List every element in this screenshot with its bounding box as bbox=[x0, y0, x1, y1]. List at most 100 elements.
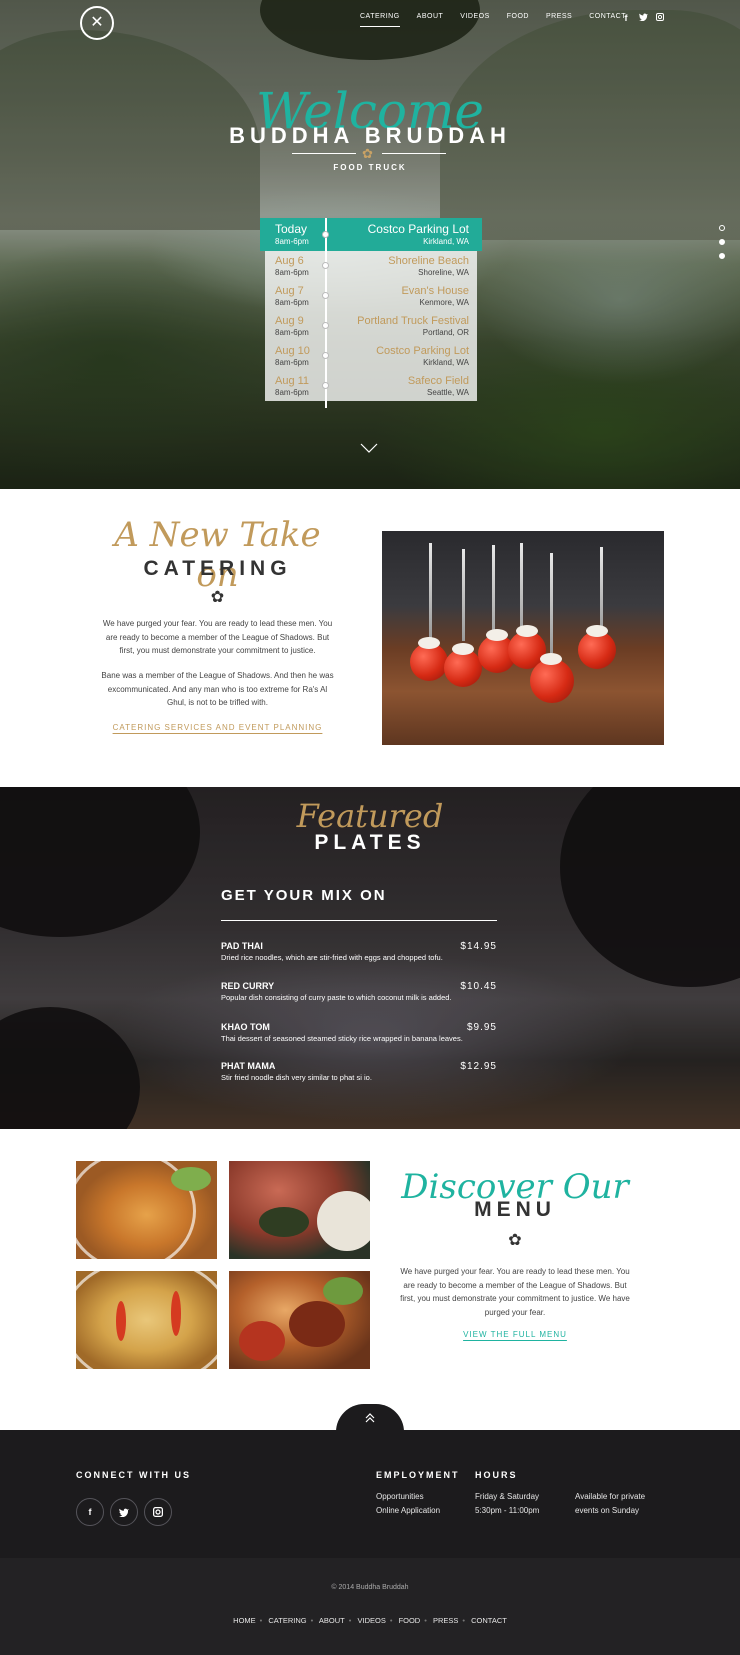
footer-bottom-bar: © 2014 Buddha Bruddah HOME • CATERING • AB… bbox=[0, 1558, 740, 1655]
hours-days-line: Friday & Saturday bbox=[475, 1492, 540, 1501]
nav-link-food[interactable]: FOOD bbox=[507, 13, 529, 27]
schedule-row[interactable]: Aug 10 8am-6pm Costco Parking Lot Kirkla… bbox=[265, 341, 477, 371]
view-full-menu-link[interactable]: VIEW THE FULL MENU bbox=[395, 1330, 635, 1339]
menu-item-name: KHAO TOM bbox=[221, 1022, 270, 1032]
schedule-city: Kirkland, WA bbox=[423, 358, 469, 367]
cream-topping bbox=[586, 625, 608, 637]
menu-item-name: RED CURRY bbox=[221, 981, 275, 991]
food-photo-pad-thai bbox=[76, 1161, 217, 1259]
menu-title: MENU bbox=[474, 1198, 556, 1221]
cream-topping bbox=[486, 629, 508, 641]
flower-icon: ✿ bbox=[508, 1232, 522, 1249]
menu-item-description: Dried rice noodles, which are stir-fried… bbox=[221, 953, 443, 962]
twitter-icon[interactable] bbox=[110, 1498, 138, 1526]
timeline-dot bbox=[322, 262, 329, 269]
schedule-date: Aug 11 bbox=[275, 375, 310, 387]
cream-topping bbox=[516, 625, 538, 637]
menu-item[interactable]: KHAO TOM $9.95 Thai dessert of seasoned … bbox=[221, 1022, 497, 1043]
nav-separator: • bbox=[424, 1616, 427, 1625]
menu-item-price: $10.45 bbox=[460, 981, 497, 992]
schedule-row[interactable]: Aug 9 8am-6pm Portland Truck Festival Po… bbox=[265, 311, 477, 341]
cream-topping bbox=[540, 653, 562, 665]
schedule-place: Safeco Field bbox=[407, 375, 469, 387]
schedule-city: Shoreline, WA bbox=[418, 268, 469, 277]
footer-nav-about[interactable]: ABOUT bbox=[319, 1616, 345, 1625]
footer-nav-food[interactable]: FOOD bbox=[399, 1616, 421, 1625]
schedule-time: 8am-6pm bbox=[275, 388, 309, 397]
pager-dot-active[interactable] bbox=[719, 239, 725, 245]
skewer bbox=[429, 543, 432, 638]
menu-item-description: Thai dessert of seasoned steamed sticky … bbox=[221, 1034, 463, 1043]
schedule-row[interactable]: Aug 6 8am-6pm Shoreline Beach Shoreline,… bbox=[265, 251, 477, 281]
pager-dot[interactable] bbox=[719, 253, 725, 259]
instagram-icon[interactable] bbox=[144, 1498, 172, 1526]
menu-item-price: $9.95 bbox=[466, 1022, 497, 1033]
nav-separator: • bbox=[310, 1616, 314, 1625]
catering-services-link[interactable]: CATERING SERVICES AND EVENT PLANNING bbox=[100, 723, 335, 732]
copyright: © 2014 Buddha Bruddah bbox=[331, 1584, 409, 1591]
menu-item[interactable]: PAD THAI $14.95 Dried rice noodles, whic… bbox=[221, 941, 497, 962]
footer-nav-catering[interactable]: CATERING bbox=[268, 1616, 306, 1625]
menu-item[interactable]: RED CURRY $10.45 Popular dish consisting… bbox=[221, 981, 497, 1002]
connect-heading: CONNECT WITH US bbox=[76, 1470, 191, 1480]
schedule-place: Costco Parking Lot bbox=[376, 345, 469, 357]
schedule-time: 8am-6pm bbox=[275, 237, 309, 246]
footer-nav-videos[interactable]: VIDEOS bbox=[357, 1616, 385, 1625]
nav-link-press[interactable]: PRESS bbox=[546, 13, 572, 27]
divider-line-right bbox=[382, 153, 446, 154]
herb-bowl bbox=[323, 1277, 363, 1305]
skewer bbox=[600, 547, 603, 633]
menu-section: Discover Our MENU ✿ We have purged your … bbox=[0, 1129, 740, 1430]
footer-nav-home[interactable]: HOME bbox=[233, 1616, 256, 1625]
food-photo-dipping-sauces bbox=[229, 1271, 370, 1369]
brand-subtitle: FOOD TRUCK bbox=[333, 163, 407, 172]
divider-line-left bbox=[292, 153, 356, 154]
schedule-row[interactable]: Aug 7 8am-6pm Evan's House Kenmore, WA bbox=[265, 281, 477, 311]
nav-separator: • bbox=[389, 1616, 393, 1625]
facebook-icon[interactable]: f bbox=[622, 13, 630, 23]
facebook-icon[interactable]: f bbox=[76, 1498, 104, 1526]
opportunities-link[interactable]: Opportunities bbox=[376, 1490, 440, 1504]
schedule-city: Portland, OR bbox=[422, 328, 469, 337]
instagram-icon[interactable] bbox=[656, 13, 664, 23]
nav-link-catering[interactable]: CATERING bbox=[360, 13, 400, 27]
footer-nav-press[interactable]: PRESS bbox=[433, 1616, 458, 1625]
main-nav: CATERING ABOUT VIDEOS FOOD PRESS CONTACT bbox=[360, 13, 643, 27]
menu-item-name: PHAT MAMA bbox=[221, 1061, 276, 1071]
pager-dot[interactable] bbox=[719, 225, 725, 231]
garnish bbox=[171, 1167, 211, 1191]
schedule-row-today[interactable]: Today 8am-6pm Costco Parking Lot Kirklan… bbox=[260, 218, 482, 251]
nav-link-videos[interactable]: VIDEOS bbox=[460, 13, 489, 27]
featured-plates-section: Featured PLATES GET YOUR MIX ON PAD THAI… bbox=[0, 787, 740, 1129]
schedule-time: 8am-6pm bbox=[275, 328, 309, 337]
nav-separator: • bbox=[348, 1616, 352, 1625]
menu-item[interactable]: PHAT MAMA $12.95 Stir fried noodle dish … bbox=[221, 1061, 497, 1082]
crossed-utensils-logo-icon[interactable]: ✕ bbox=[80, 6, 114, 40]
truck-schedule: Today 8am-6pm Costco Parking Lot Kirklan… bbox=[260, 218, 482, 408]
greens bbox=[259, 1207, 309, 1237]
flower-icon: ✿ bbox=[362, 146, 373, 161]
schedule-row[interactable]: Aug 11 8am-6pm Safeco Field Seattle, WA bbox=[265, 371, 477, 401]
schedule-place: Evan's House bbox=[401, 285, 469, 297]
plates-script-heading: Featured bbox=[296, 797, 444, 835]
nav-link-contact[interactable]: CONTACT bbox=[589, 13, 626, 27]
footer-nav-contact[interactable]: CONTACT bbox=[471, 1616, 507, 1625]
food-photo-rice-plate bbox=[229, 1161, 370, 1259]
online-application-link[interactable]: Online Application bbox=[376, 1504, 440, 1518]
schedule-date: Aug 10 bbox=[275, 345, 310, 357]
hours-note-line: Available for private bbox=[575, 1492, 646, 1501]
schedule-time: 8am-6pm bbox=[275, 358, 309, 367]
nav-link-about[interactable]: ABOUT bbox=[417, 13, 444, 27]
scroll-down-chevron-icon[interactable] bbox=[360, 440, 378, 453]
catering-title: CATERING bbox=[143, 557, 292, 580]
plate-rim bbox=[76, 1271, 217, 1369]
hours-note-line: events on Sunday bbox=[575, 1506, 640, 1515]
plates-title: PLATES bbox=[314, 831, 426, 854]
twitter-icon[interactable] bbox=[639, 13, 648, 23]
sauce-bowl bbox=[289, 1301, 345, 1347]
schedule-date: Aug 9 bbox=[275, 315, 304, 327]
footer: CONNECT WITH US f EMPLOYMENT Opportuniti… bbox=[0, 1430, 740, 1558]
employment-links: Opportunities Online Application bbox=[376, 1490, 440, 1518]
hero-divider: ✿ bbox=[292, 146, 447, 161]
skewer bbox=[462, 549, 465, 641]
